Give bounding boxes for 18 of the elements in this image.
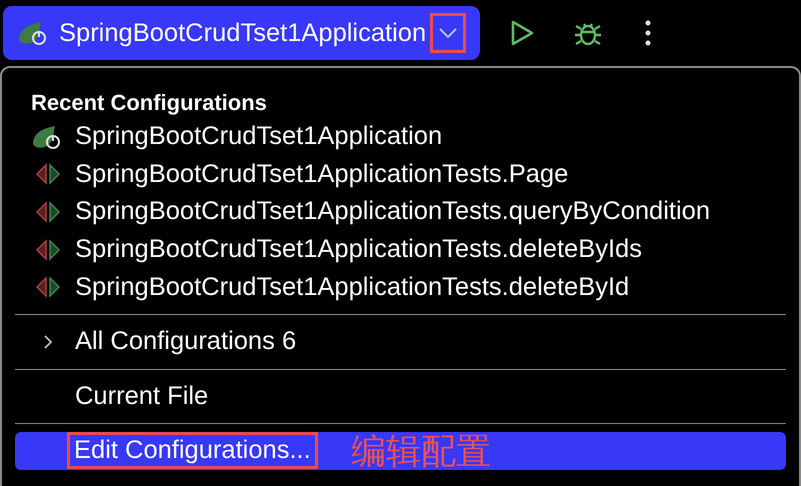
run-configuration-selector[interactable]: SpringBootCrudTset1Application [17, 18, 426, 48]
section-header: Recent Configurations [30, 89, 268, 117]
play-icon [509, 19, 535, 47]
test-arrows-icon [33, 238, 63, 261]
more-vertical-icon [644, 20, 652, 46]
configuration-item[interactable]: SpringBootCrudTset1Application [15, 118, 786, 156]
test-arrows-icon [33, 200, 63, 223]
test-arrows-icon [33, 163, 63, 186]
dropdown-button[interactable] [430, 13, 466, 53]
configuration-item[interactable]: SpringBootCrudTset1ApplicationTests.deleteById [15, 268, 786, 306]
configuration-item[interactable]: SpringBootCrudTset1ApplicationTests.queryByCondition [15, 193, 786, 231]
all-configurations-item[interactable]: All Configurations 6 [15, 322, 786, 361]
edit-configurations-item[interactable]: Edit Configurations... 编辑配置 [15, 432, 786, 470]
configuration-item[interactable]: SpringBootCrudTset1ApplicationTests.deleteByIds [15, 230, 786, 268]
chevron-down-icon [438, 27, 458, 39]
current-file-item[interactable]: Current File [15, 378, 786, 416]
test-arrows-icon [33, 276, 63, 298]
configuration-item[interactable]: SpringBootCrudTset1ApplicationTests.Page [15, 156, 786, 194]
